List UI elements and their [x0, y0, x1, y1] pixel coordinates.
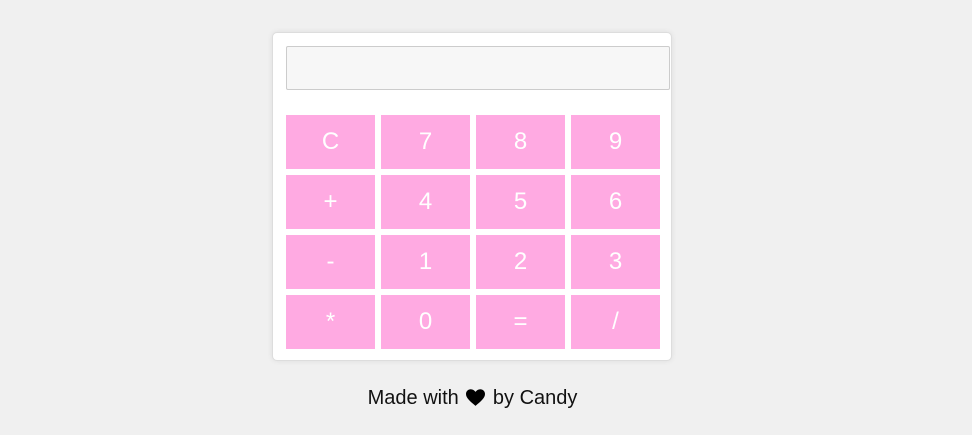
add-button[interactable]: + — [286, 175, 375, 229]
footer-suffix: by Candy — [492, 387, 578, 409]
keypad: C 7 8 9 + 4 5 6 - 1 2 3 * 0 = / — [286, 115, 662, 349]
divide-button[interactable]: / — [571, 295, 660, 349]
footer-credit: Made with by Candy — [0, 385, 945, 413]
digit-6-button[interactable]: 6 — [571, 175, 660, 229]
subtract-button[interactable]: - — [286, 235, 375, 289]
digit-9-button[interactable]: 9 — [571, 115, 660, 169]
calculator-panel: C 7 8 9 + 4 5 6 - 1 2 3 * 0 = / — [272, 32, 672, 361]
clear-button[interactable]: C — [286, 115, 375, 169]
digit-0-button[interactable]: 0 — [381, 295, 470, 349]
equals-button[interactable]: = — [476, 295, 565, 349]
footer-prefix: Made with — [367, 387, 459, 409]
calculator-display[interactable] — [286, 46, 670, 90]
digit-8-button[interactable]: 8 — [476, 115, 565, 169]
digit-1-button[interactable]: 1 — [381, 235, 470, 289]
digit-3-button[interactable]: 3 — [571, 235, 660, 289]
digit-7-button[interactable]: 7 — [381, 115, 470, 169]
digit-4-button[interactable]: 4 — [381, 175, 470, 229]
heart-icon — [466, 387, 486, 413]
digit-5-button[interactable]: 5 — [476, 175, 565, 229]
digit-2-button[interactable]: 2 — [476, 235, 565, 289]
multiply-button[interactable]: * — [286, 295, 375, 349]
